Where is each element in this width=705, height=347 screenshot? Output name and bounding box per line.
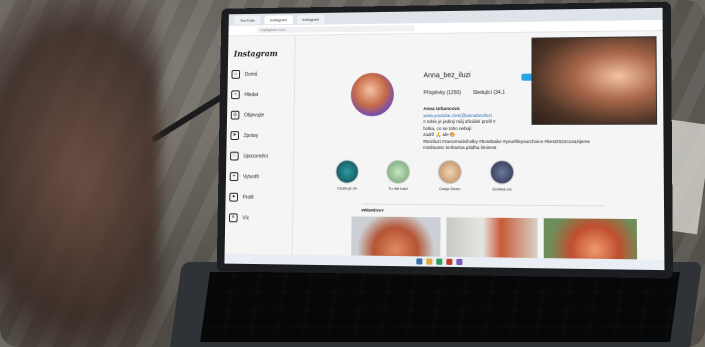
highlight-label: Tu mě baví: [388, 185, 408, 191]
heart-icon: ♡: [230, 151, 239, 161]
nav-create-label: Vytvořit: [243, 173, 259, 180]
plus-icon: +: [229, 172, 239, 182]
highlight-thumbnail: [335, 159, 359, 184]
nav-search-label: Hledat: [244, 91, 259, 98]
nav-notifications-label: Upozornění: [243, 153, 269, 160]
taskbar-app-icon[interactable]: [425, 258, 432, 265]
address-field[interactable]: instagram.com: [256, 25, 416, 34]
profile-username: Anna_bez_iluzi: [423, 72, 471, 80]
highlight-label: Canjo Deen: [439, 186, 461, 192]
nav-notifications[interactable]: ♡ Upozornění: [230, 151, 289, 161]
nav-home-label: Domů: [244, 71, 258, 78]
nav-profile-label: Profil: [242, 194, 254, 201]
laptop-screen-bezel: YouTube Instagram Instagram instagram.co…: [216, 1, 674, 279]
profile-content-tabs: PŘÍSPĚVKY: [361, 203, 604, 215]
posts-count[interactable]: Příspěvky (1250): [423, 90, 461, 96]
highlight[interactable]: Tu mě baví: [383, 159, 413, 191]
nav-profile[interactable]: ● Profil: [229, 192, 288, 202]
instagram-app: Instagram ⌂ Domů ○ Hledat ◎ Objevujte ➤ Zprá…: [224, 30, 665, 271]
nav-create[interactable]: + Vytvořit: [229, 172, 289, 182]
nav-more-label: Víc: [242, 214, 250, 221]
highlight-thumbnail: [489, 160, 515, 185]
browser-tab-instagram-2[interactable]: Instagram: [296, 14, 326, 24]
instagram-sidebar: Instagram ⌂ Domů ○ Hledat ◎ Objevujte ➤ Zprá…: [224, 34, 296, 255]
laptop-screen: YouTube Instagram Instagram instagram.co…: [224, 7, 665, 271]
tab-posts[interactable]: PŘÍSPĚVKY: [361, 208, 384, 213]
photo-scene: YouTube Instagram Instagram instagram.co…: [0, 0, 705, 347]
profile-stats: Příspěvky (1250) Sledující (34,1: [423, 90, 505, 96]
avatar-icon: ●: [229, 192, 239, 202]
highlight-thumbnail: [437, 159, 462, 185]
nav-explore-label: Objevujte: [244, 112, 265, 119]
highlight[interactable]: Cesta je cíl: [332, 159, 362, 191]
nav-explore[interactable]: ◎ Objevujte: [230, 110, 290, 120]
highlight-label: Zvonka víc: [492, 186, 512, 192]
blurred-foreground-person: [0, 0, 160, 347]
highlight-label: Cesta je cíl: [337, 185, 357, 191]
nav-messages-label: Zprávy: [243, 132, 259, 139]
browser-tab-youtube[interactable]: YouTube: [234, 15, 261, 25]
home-icon: ⌂: [231, 70, 241, 79]
search-icon: ○: [231, 90, 240, 100]
taskbar-app-icon[interactable]: [455, 258, 462, 266]
profile-avatar[interactable]: [350, 72, 395, 117]
laptop-keyboard: [200, 272, 680, 342]
instagram-logo[interactable]: Instagram: [234, 48, 291, 58]
highlight-thumbnail: [386, 159, 411, 184]
taskbar-app-icon[interactable]: [415, 258, 422, 265]
story-highlights: Cesta je cíl Tu mě baví Canjo Deen Zvonk…: [332, 159, 517, 192]
profile-main: Anna_bez_iluzi Příspěvky (1250) Sledujíc…: [293, 30, 665, 271]
taskbar-app-icon[interactable]: [445, 258, 452, 265]
highlight[interactable]: Zvonka víc: [487, 160, 517, 192]
send-icon: ➤: [230, 131, 240, 140]
highlight[interactable]: Canjo Deen: [435, 159, 465, 192]
compass-icon: ◎: [230, 110, 240, 120]
bio-tag: minibiutnic kniharina pitidha liminest: [423, 144, 497, 151]
nav-more[interactable]: ≡ Víc: [228, 213, 289, 223]
browser-tab-instagram[interactable]: Instagram: [264, 14, 293, 24]
followers-count[interactable]: Sledující (34,1: [473, 90, 505, 96]
nav-search[interactable]: ○ Hledat: [231, 90, 290, 100]
nav-home[interactable]: ⌂ Domů: [231, 70, 290, 79]
taskbar-app-icon[interactable]: [435, 258, 442, 265]
menu-icon: ≡: [228, 213, 238, 223]
video-overlay[interactable]: [531, 36, 658, 125]
nav-messages[interactable]: ➤ Zprávy: [230, 131, 289, 140]
